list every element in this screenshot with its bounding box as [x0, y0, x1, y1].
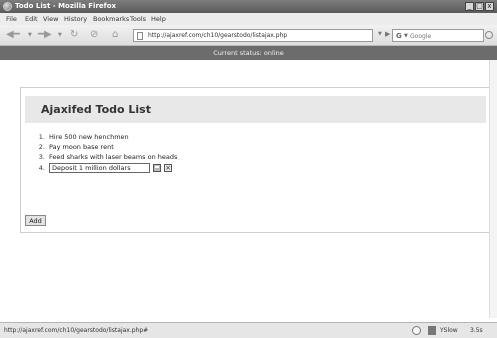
load-time: 3.5s: [470, 327, 483, 334]
reload-icon[interactable]: ↻: [70, 28, 78, 42]
stop-icon[interactable]: ⊘: [90, 28, 98, 42]
todo-number: 4.: [38, 164, 45, 172]
search-engine-dropdown-icon[interactable]: ▼: [404, 33, 408, 39]
search-input[interactable]: [410, 31, 470, 41]
menu-file[interactable]: File: [6, 15, 17, 23]
google-icon: G: [396, 32, 402, 40]
todo-edit-row: 4. ×: [31, 162, 471, 174]
todo-edit-input[interactable]: [49, 163, 150, 173]
minimize-button[interactable]: _: [465, 2, 474, 11]
menu-bar: File Edit View History Bookmarks Tools H…: [0, 13, 497, 25]
window-titlebar: Todo List - Mozilla Firefox _ □ x: [0, 0, 497, 13]
window-title: Todo List - Mozilla Firefox: [15, 2, 117, 10]
yslow-label[interactable]: YSlow: [440, 327, 458, 334]
todo-number: 1.: [38, 133, 45, 141]
back-dropdown-icon[interactable]: ▼: [28, 32, 32, 38]
cancel-icon[interactable]: ×: [164, 164, 172, 172]
page-title: Ajaxifed Todo List: [41, 103, 151, 116]
todo-text[interactable]: Pay moon base rent: [49, 143, 114, 151]
todo-number: 2.: [38, 143, 45, 151]
vertical-scrollbar[interactable]: [489, 60, 497, 318]
todo-item[interactable]: 3. Feed sharks with laser beams on heads: [31, 152, 471, 162]
search-box[interactable]: G ▼: [392, 29, 493, 42]
forward-dropdown-icon[interactable]: ▼: [58, 32, 62, 38]
home-icon[interactable]: ⌂: [112, 28, 118, 42]
navigation-toolbar: ◀━ ▼ ━▶ ▼ ↻ ⊘ ⌂ http://ajaxref.com/ch10/…: [0, 25, 497, 46]
url-text[interactable]: http://ajaxref.com/ch10/gearstodo/listaj…: [148, 32, 287, 39]
todo-list: 1. Hire 500 new henchmen 2. Pay moon base …: [31, 132, 471, 174]
todo-text[interactable]: Feed sharks with laser beams on heads: [49, 153, 177, 161]
status-banner: Current status: online: [0, 46, 497, 60]
maximize-button[interactable]: □: [475, 2, 484, 11]
page-icon: [137, 32, 143, 40]
go-arrow-icon[interactable]: ▶: [385, 30, 390, 38]
yslow-icon[interactable]: [428, 326, 436, 335]
menu-view[interactable]: View: [43, 15, 58, 23]
menu-help[interactable]: Help: [151, 15, 166, 23]
status-bar: http://ajaxref.com/ch10/gearstodo/listaj…: [0, 322, 497, 338]
page-content: Ajaxifed Todo List 1. Hire 500 new henchm…: [8, 60, 490, 318]
todo-header: Ajaxifed Todo List: [25, 96, 486, 123]
menu-edit[interactable]: Edit: [25, 15, 38, 23]
security-status-icon[interactable]: [412, 326, 421, 335]
url-bar[interactable]: http://ajaxref.com/ch10/gearstodo/listaj…: [133, 29, 373, 42]
todo-item[interactable]: 1. Hire 500 new henchmen: [31, 132, 471, 142]
menu-tools[interactable]: Tools: [130, 15, 146, 23]
close-button[interactable]: x: [485, 2, 494, 11]
firefox-icon: [3, 2, 12, 11]
status-url: http://ajaxref.com/ch10/gearstodo/listaj…: [4, 327, 149, 334]
todo-item[interactable]: 2. Pay moon base rent: [31, 142, 471, 152]
todo-number: 3.: [38, 153, 45, 161]
save-icon[interactable]: [153, 164, 161, 172]
back-arrow-icon[interactable]: ◀━: [6, 28, 20, 42]
add-button[interactable]: Add: [25, 215, 46, 226]
url-dropdown-icon[interactable]: ▼: [378, 31, 382, 37]
menu-history[interactable]: History: [64, 15, 87, 23]
forward-arrow-icon[interactable]: ━▶: [38, 28, 52, 42]
todo-text[interactable]: Hire 500 new henchmen: [49, 133, 129, 141]
magnifier-icon[interactable]: [485, 31, 493, 39]
menu-bookmarks[interactable]: Bookmarks: [93, 15, 129, 23]
todo-panel: Ajaxifed Todo List 1. Hire 500 new henchm…: [20, 87, 490, 233]
